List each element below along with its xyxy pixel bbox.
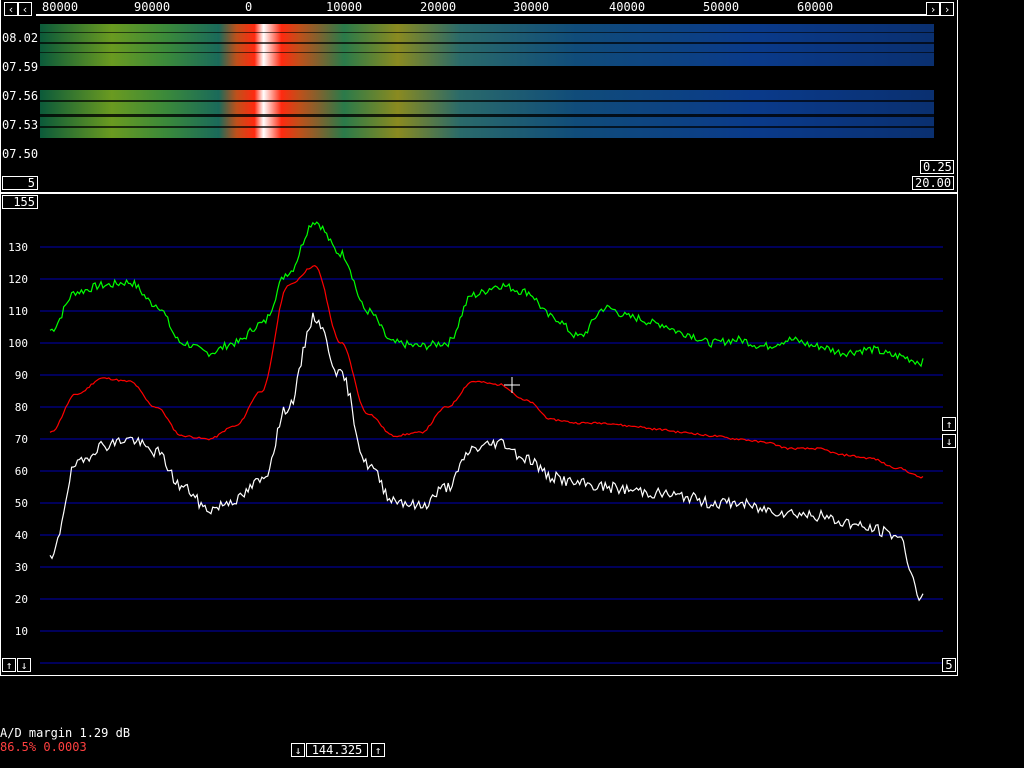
- arrow-up-icon: ↑: [5, 659, 13, 672]
- time-label: 07.50: [2, 147, 39, 161]
- y-axis-label: 110: [8, 305, 28, 318]
- red-trace: [49, 265, 924, 479]
- zoom-down-button[interactable]: ↓: [942, 434, 956, 448]
- spectrum-right-value[interactable]: 5: [942, 658, 956, 672]
- time-label: 07.53: [2, 118, 39, 132]
- time-label: 07.59: [2, 60, 39, 74]
- white-trace: [49, 312, 924, 602]
- time-label: 07.56: [2, 89, 39, 103]
- scale-up-button[interactable]: ↑: [2, 658, 16, 672]
- y-axis-label: 120: [8, 273, 28, 286]
- arrow-down-icon: ↓: [20, 659, 28, 672]
- zoom-up-button[interactable]: ↑: [942, 417, 956, 431]
- y-axis-label: 90: [15, 369, 28, 382]
- waterfall-range-value[interactable]: 20.00: [912, 176, 954, 190]
- waterfall-band: [40, 24, 934, 66]
- waterfall-display[interactable]: [40, 22, 934, 142]
- time-label: 08.02: [2, 31, 39, 45]
- y-axis-label: 40: [15, 529, 28, 542]
- ad-margin-text: A/D margin 1.29 dB: [0, 726, 131, 740]
- spectrum-chart[interactable]: 130 120 110 100 90 80 70 60 50 40 30 20 10: [0, 193, 958, 676]
- green-trace: [49, 221, 924, 368]
- y-axis-label: 50: [15, 497, 28, 510]
- scale-down-button[interactable]: ↓: [17, 658, 31, 672]
- arrow-up-icon: ↑: [945, 418, 953, 431]
- y-axis-label: 80: [15, 401, 28, 414]
- y-axis-label: 20: [15, 593, 28, 606]
- frequency-field[interactable]: 144.325: [306, 743, 368, 757]
- y-axis-label: 70: [15, 433, 28, 446]
- waterfall-left-value[interactable]: 5: [2, 176, 38, 190]
- arrow-down-icon: ↓: [945, 435, 953, 448]
- ratio-text: 86.5% 0.0003: [0, 740, 87, 754]
- freq-up-button[interactable]: ↑: [371, 743, 385, 757]
- y-axis-label: 100: [8, 337, 28, 350]
- y-axis-label: 30: [15, 561, 28, 574]
- y-axis-label: 130: [8, 241, 28, 254]
- y-axis-label: 60: [15, 465, 28, 478]
- arrow-down-icon: ↓: [294, 744, 302, 757]
- waterfall-gain-value[interactable]: 0.25: [920, 160, 954, 174]
- freq-down-button[interactable]: ↓: [291, 743, 305, 757]
- arrow-up-icon: ↑: [374, 744, 382, 757]
- y-axis-label: 10: [15, 625, 28, 638]
